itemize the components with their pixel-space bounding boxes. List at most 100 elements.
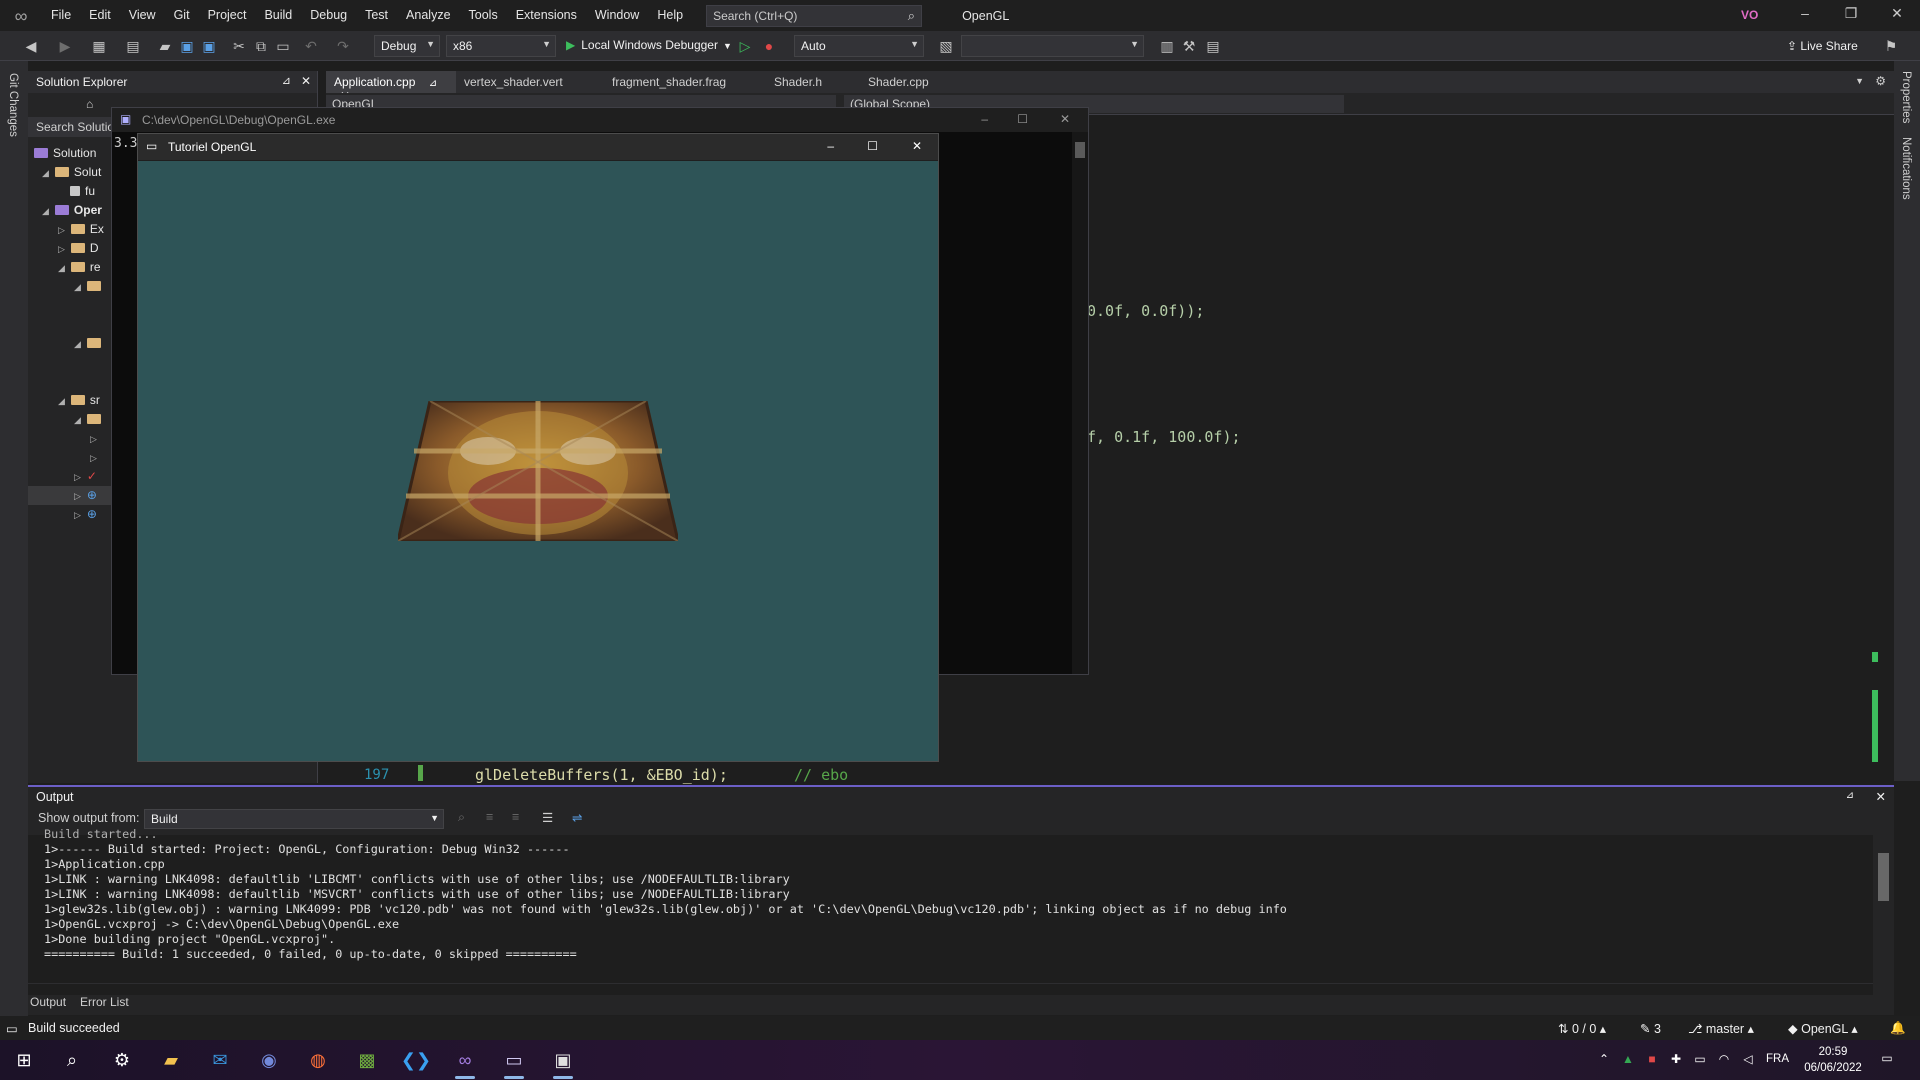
minecraft-icon[interactable]: ▩ [349, 1046, 385, 1074]
new-project-icon[interactable]: ▦ [90, 37, 108, 55]
tab-list-chevron-icon[interactable]: ▼ [1855, 76, 1864, 86]
tab-vertex-shader[interactable]: vertex_shader.vert [456, 71, 604, 93]
action-center-icon[interactable]: ▭ [1878, 1051, 1896, 1067]
feedback-icon[interactable]: ⚑ [1882, 37, 1900, 55]
window-layout-icon[interactable]: ▤ [1204, 37, 1222, 55]
tab-shader-h[interactable]: Shader.h [766, 71, 860, 93]
gear-icon[interactable]: ⚙ [1875, 74, 1886, 88]
paste-icon[interactable]: ▭ [274, 37, 292, 55]
battery-icon[interactable]: ▭ [1691, 1052, 1709, 1068]
forward-icon[interactable]: ▶ [56, 37, 74, 55]
tree-item-file[interactable]: fu [70, 182, 95, 201]
maximize-icon[interactable]: ☐ [867, 139, 878, 153]
close-icon[interactable]: ✕ [1060, 112, 1070, 126]
configuration-select[interactable]: Debug ▼ [374, 35, 440, 57]
language-indicator[interactable]: FRA [1766, 1053, 1789, 1065]
tree-item-dependencies[interactable]: ▷ D [58, 239, 99, 258]
close-icon[interactable]: ✕ [912, 139, 922, 153]
editor-scrollbar[interactable] [1869, 115, 1883, 783]
target-select[interactable]: ▼ [961, 35, 1144, 57]
mail-icon[interactable]: ✉ [202, 1046, 238, 1074]
tab-output[interactable]: Output [30, 995, 66, 1009]
security-icon[interactable]: ■ [1643, 1052, 1661, 1068]
tree-item-solution-items[interactable]: ◢ Solut [42, 163, 101, 182]
close-icon[interactable]: ✕ [1876, 789, 1886, 804]
pin-icon[interactable]: ⊿ [429, 78, 437, 89]
vscode-icon[interactable]: ❮❯ [398, 1046, 434, 1074]
tree-item-subfolder[interactable]: ◢ [74, 277, 106, 296]
pin-icon[interactable]: ⊿ [1846, 790, 1854, 801]
prev-message-icon[interactable]: ≡ [486, 810, 493, 824]
layout-icon[interactable]: ▥ [1158, 37, 1176, 55]
search-icon[interactable]: ⌕ [54, 1046, 90, 1074]
puzzle-icon[interactable]: ✚ [1667, 1052, 1685, 1068]
tree-item-project[interactable]: ◢ Oper [42, 201, 102, 220]
menu-git[interactable]: Git [165, 0, 199, 31]
git-changes-tab[interactable]: Git Changes [7, 73, 19, 137]
save-icon[interactable]: ▣ [178, 37, 196, 55]
output-log[interactable]: Build started... 1>------ Build started:… [28, 827, 1873, 983]
tab-fragment-shader[interactable]: fragment_shader.frag [604, 71, 766, 93]
copy-icon[interactable]: ⧉ [252, 37, 270, 55]
cut-icon[interactable]: ✂ [230, 37, 248, 55]
properties-tab[interactable]: Properties [1900, 71, 1912, 123]
opengl-app-icon[interactable]: ▣ [545, 1046, 581, 1079]
volume-icon[interactable]: ◁ [1739, 1052, 1757, 1068]
opengl-render-canvas[interactable] [138, 161, 938, 761]
maximize-icon[interactable]: ☐ [1017, 112, 1028, 126]
find-icon[interactable]: ⌕ [458, 810, 465, 825]
opengl-title-bar[interactable]: ▭ Tutoriel OpenGL – ☐ ✕ [138, 134, 938, 160]
undo-icon[interactable]: ↶ [302, 37, 320, 55]
wrench-icon[interactable]: ⚒ [1180, 37, 1198, 55]
global-search-input[interactable]: Search (Ctrl+Q) ⌕ [706, 4, 923, 27]
menu-help[interactable]: Help [648, 0, 692, 31]
opengl-window[interactable]: ▭ Tutoriel OpenGL – ☐ ✕ [137, 133, 939, 762]
menu-tools[interactable]: Tools [460, 0, 507, 31]
terminal-icon[interactable]: ▭ [496, 1046, 532, 1079]
minimize-icon[interactable]: – [1790, 5, 1820, 25]
new-item-icon[interactable]: ▤ [124, 37, 142, 55]
save-all-icon[interactable]: ▣ [200, 37, 218, 55]
tree-item-subfolder[interactable]: ◢ [74, 410, 106, 429]
visual-studio-logo-icon[interactable]: ∞ [10, 5, 32, 27]
menu-analyze[interactable]: Analyze [397, 0, 459, 31]
discord-icon[interactable]: ◉ [251, 1046, 287, 1074]
tree-item-external[interactable]: ▷ Ex [58, 220, 104, 239]
sync-status[interactable]: ⇅ 0 / 0 ▴ [1558, 1021, 1606, 1036]
tab-application-cpp[interactable]: Application.cpp ⊿ ✕ [326, 71, 456, 103]
tree-item-source-file[interactable]: ▷ ✓ [74, 467, 97, 486]
menu-edit[interactable]: Edit [80, 0, 120, 31]
back-icon[interactable]: ◀ [22, 37, 40, 55]
tree-item-solution[interactable]: Solution [34, 144, 96, 163]
tab-shader-cpp[interactable]: Shader.cpp [860, 71, 960, 93]
home-icon[interactable]: ⌂ [86, 97, 93, 111]
chevron-up-icon[interactable]: ⌃ [1595, 1052, 1613, 1068]
start-without-debugging-icon[interactable]: ▷ [736, 37, 754, 55]
tree-item-collapsed[interactable]: ▷ [90, 448, 103, 467]
close-icon[interactable]: ✕ [1882, 5, 1912, 25]
tab-error-list[interactable]: Error List [80, 995, 129, 1009]
tree-item-src[interactable]: ◢ sr [58, 391, 100, 410]
live-share-button[interactable]: ⇪ Live Share [1787, 39, 1858, 53]
word-wrap-icon[interactable]: ⇌ [572, 810, 582, 825]
repository-selector[interactable]: ◆ OpenGL ▴ [1788, 1021, 1858, 1036]
console-scrollbar[interactable] [1072, 132, 1088, 674]
tree-item-resources[interactable]: ◢ re [58, 258, 101, 277]
menu-test[interactable]: Test [356, 0, 397, 31]
menu-project[interactable]: Project [199, 0, 256, 31]
minimize-icon[interactable]: – [981, 112, 988, 126]
firefox-icon[interactable]: ◍ [300, 1046, 336, 1074]
pin-icon[interactable]: ⊿ [282, 74, 291, 87]
open-folder-icon[interactable]: ▰ [156, 37, 174, 55]
branch-selector[interactable]: ⎇ master ▴ [1688, 1021, 1754, 1036]
windows-start-icon[interactable]: ⊞ [6, 1046, 42, 1074]
close-icon[interactable]: ✕ [301, 74, 311, 88]
next-message-icon[interactable]: ≡ [512, 810, 519, 824]
output-vertical-scrollbar[interactable] [1873, 835, 1894, 995]
file-explorer-icon[interactable]: ▰ [153, 1046, 189, 1074]
scroll-thumb[interactable] [1075, 142, 1085, 158]
platform-select[interactable]: x86 ▼ [446, 35, 556, 57]
user-avatar-badge[interactable]: VO [1741, 8, 1758, 22]
clear-all-icon[interactable]: ☰ [542, 810, 553, 825]
mode-select[interactable]: Auto ▼ [794, 35, 924, 57]
